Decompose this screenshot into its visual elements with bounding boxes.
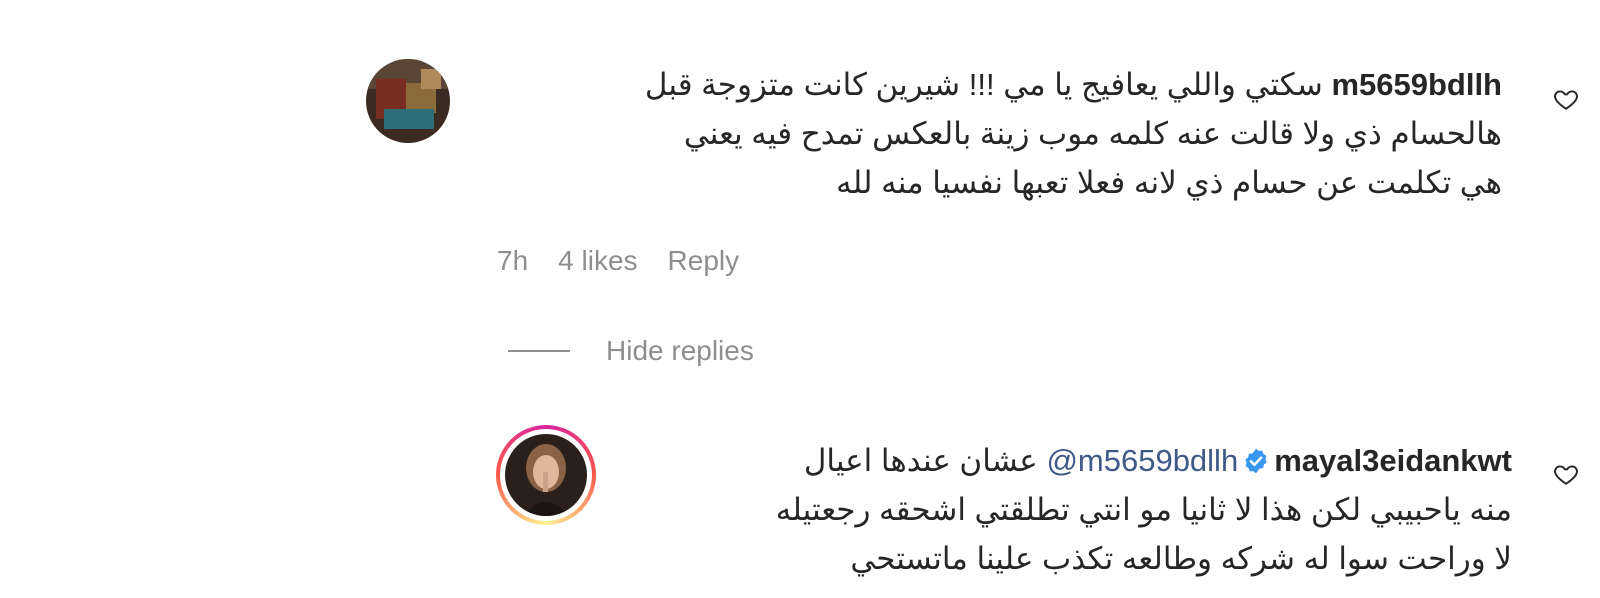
hide-replies-label[interactable]: Hide replies bbox=[606, 335, 754, 367]
story-ring[interactable] bbox=[496, 425, 596, 525]
heart-outline-icon[interactable] bbox=[1553, 86, 1579, 112]
reply-button[interactable]: Reply bbox=[668, 245, 740, 277]
reply-mention[interactable]: @m5659bdllh bbox=[1046, 443, 1238, 478]
comment-body: m5659bdllh سكتي واللي يعافيج يا مي !!! ش… bbox=[480, 60, 1502, 207]
verified-badge-icon bbox=[1245, 448, 1267, 474]
reply-line-3: لا وراحت سوا له شركه وطالعه تكذب علينا م… bbox=[850, 541, 1512, 576]
commenter-avatar[interactable] bbox=[366, 59, 450, 143]
comment-line-2: هالحسام ذي ولا قالت عنه كلمه موب زينة با… bbox=[683, 116, 1502, 151]
comment-time[interactable]: 7h bbox=[497, 245, 528, 277]
reply-body: mayal3eidankwt@m5659bdllh عشان عندها اعي… bbox=[620, 436, 1512, 583]
reply-username[interactable]: mayal3eidankwt bbox=[1274, 443, 1512, 478]
comment-line-3: هي تكلمت عن حسام ذي لانه فعلا تعبها نفسي… bbox=[836, 165, 1502, 200]
heart-outline-icon[interactable] bbox=[1553, 461, 1579, 487]
comment-username[interactable]: m5659bdllh bbox=[1331, 67, 1502, 102]
comment-likes[interactable]: 4 likes bbox=[558, 245, 637, 277]
reply-avatar[interactable] bbox=[505, 434, 587, 516]
comment-meta: 7h 4 likes Reply bbox=[497, 245, 739, 277]
reply-line-1: mayal3eidankwt@m5659bdllh عشان عندها اعي… bbox=[803, 443, 1512, 478]
divider-line bbox=[508, 350, 570, 352]
hide-replies-toggle[interactable]: Hide replies bbox=[508, 335, 754, 367]
reply-line-2: منه ياحبيبي لكن هذا لا ثانيا مو انتي تطل… bbox=[775, 492, 1512, 527]
comment-line-1: m5659bdllh سكتي واللي يعافيج يا مي !!! ش… bbox=[644, 67, 1502, 102]
